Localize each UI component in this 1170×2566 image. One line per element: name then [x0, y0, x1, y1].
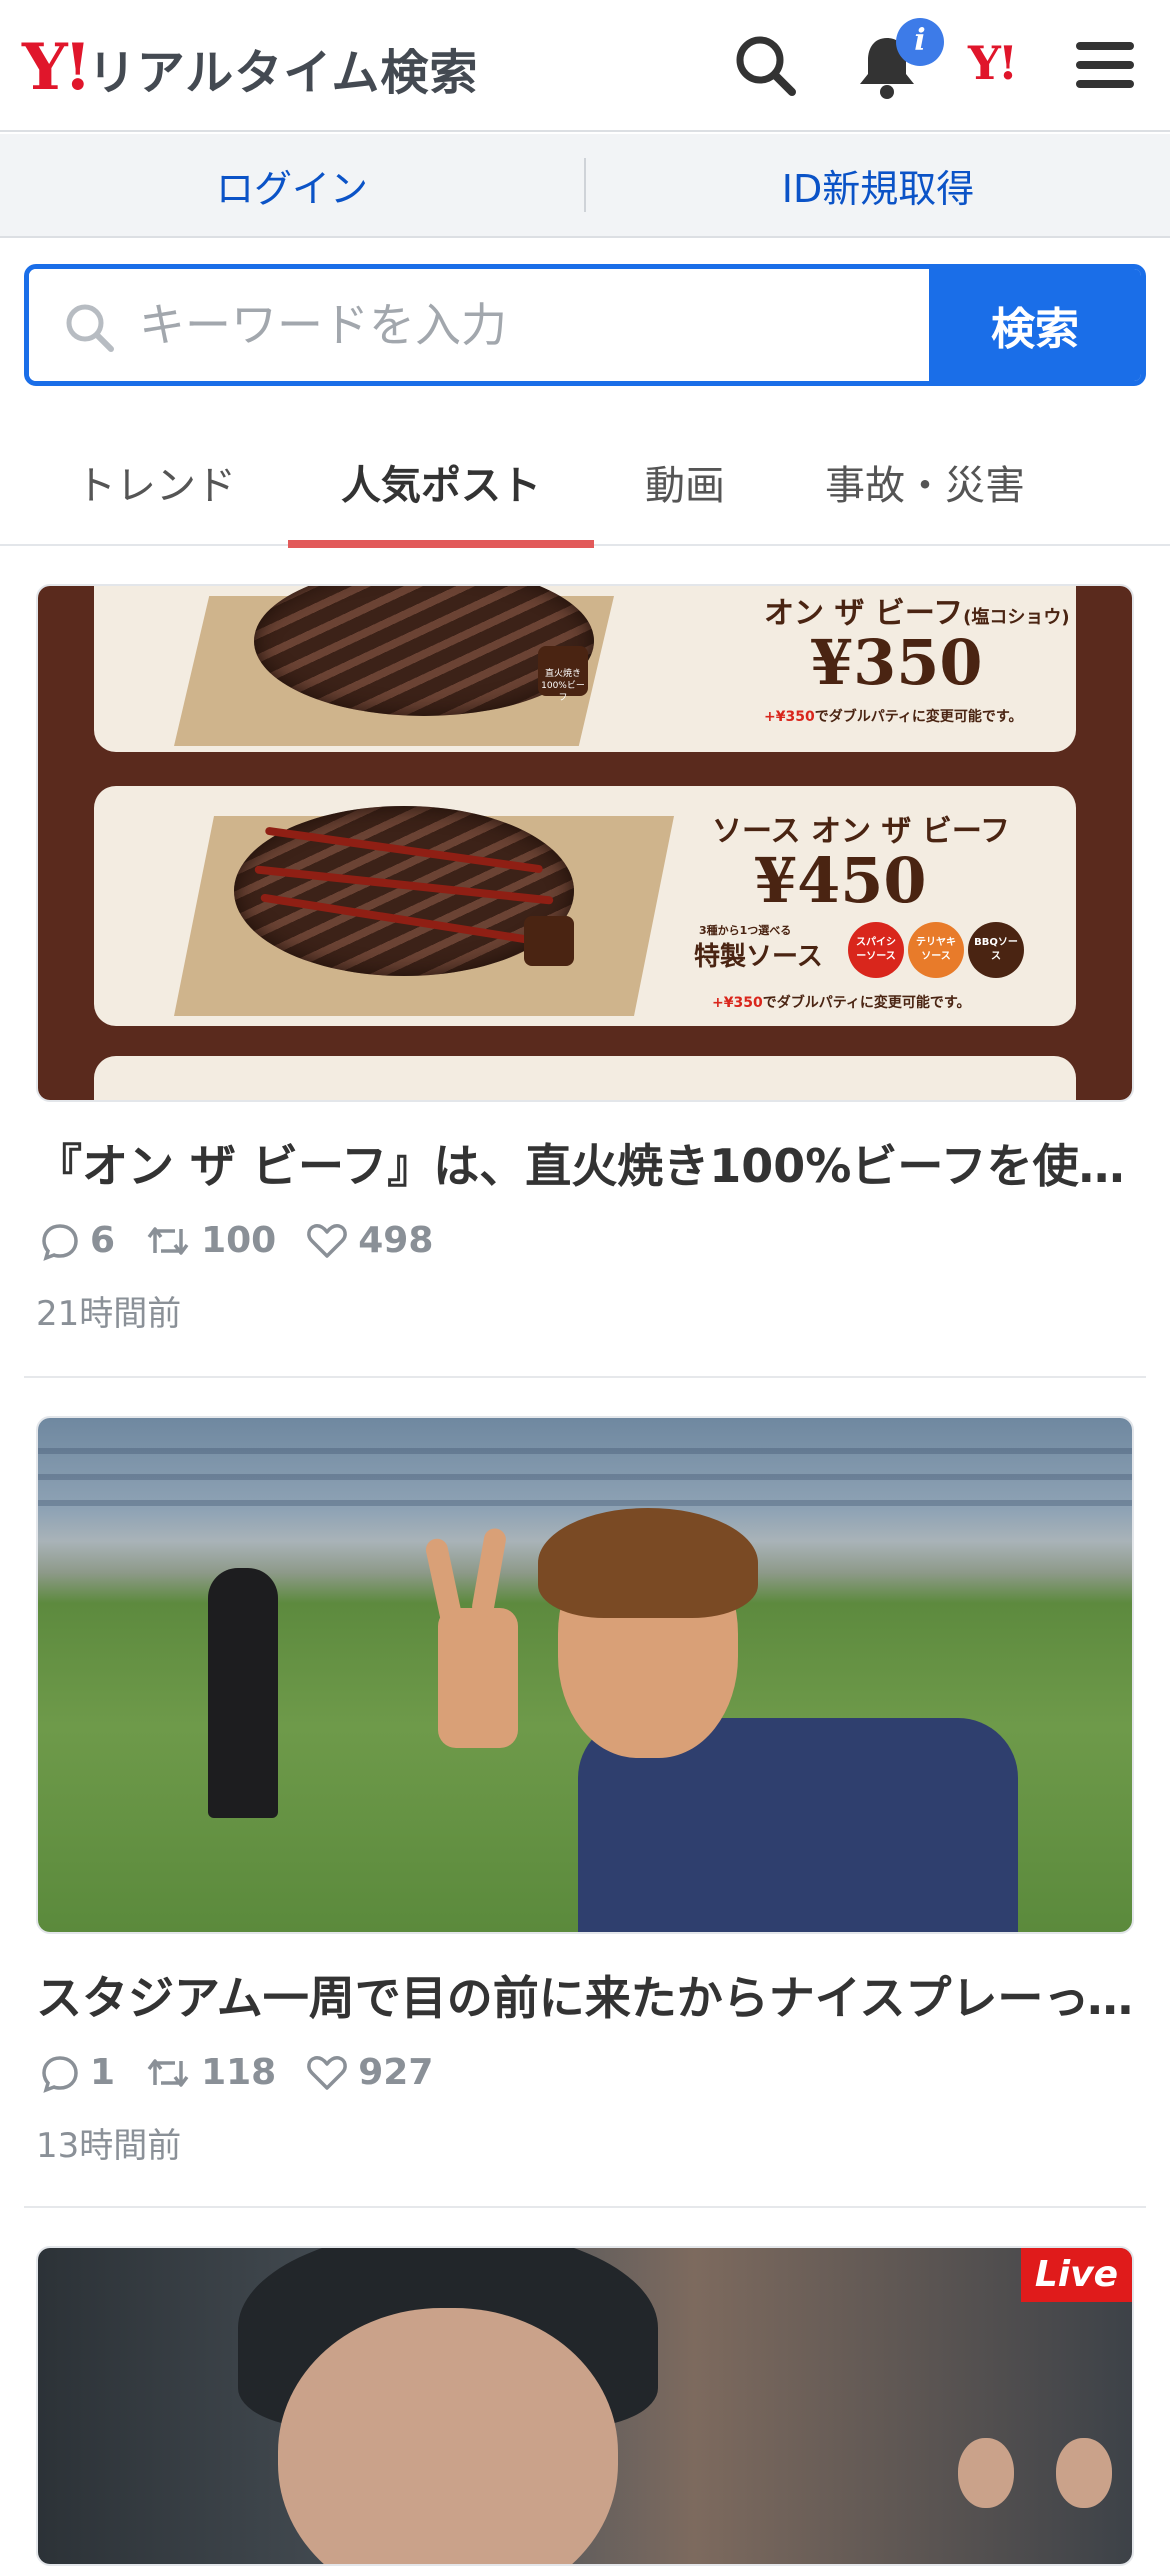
inset-face	[958, 2438, 1014, 2508]
background-person	[208, 1568, 278, 1818]
ad-item-note: (塩コショウ)	[963, 607, 1070, 628]
menu-icon[interactable]	[1070, 30, 1140, 100]
post-image[interactable]: 直火焼き 100%ビーフ オン ザ ビーフ(塩コショウ) ¥350 +¥350で…	[36, 584, 1134, 1102]
signup-link[interactable]: ID新規取得	[586, 158, 1170, 213]
brand-name: リアルタイム検索	[87, 45, 479, 101]
active-tab-indicator	[288, 540, 594, 548]
tab-label: 動画	[645, 463, 725, 509]
like-count: 498	[358, 1220, 434, 1261]
repost-icon	[147, 1226, 189, 1255]
repost-icon	[147, 2058, 189, 2087]
ad-panel	[94, 1056, 1076, 1100]
post-stats: 6 100 498	[40, 1220, 433, 1261]
like-stat[interactable]: 927	[306, 2052, 433, 2093]
stand-row	[38, 1474, 1132, 1480]
post-divider	[24, 2206, 1146, 2208]
reply-icon	[42, 2055, 78, 2093]
repost-stat[interactable]: 100	[145, 1220, 276, 1261]
post-stats: 1 118 927	[40, 2052, 433, 2093]
search-field-icon	[66, 304, 114, 352]
ad-extra-price: +¥350	[712, 995, 763, 1011]
repost-count: 100	[201, 1220, 277, 1261]
tab-video[interactable]: 動画	[610, 418, 760, 546]
ad-extra-note: でダブルパティに変更可能です。	[814, 709, 1023, 725]
search-input[interactable]	[139, 269, 939, 381]
post-divider	[24, 1376, 1146, 1378]
tab-label: 事故・災害	[825, 463, 1025, 509]
tab-accidents-disasters[interactable]: 事故・災害	[790, 418, 1060, 546]
post-image[interactable]	[36, 1416, 1134, 1934]
account-bar: ログイン ID新規取得	[0, 134, 1170, 238]
tab-popular-posts[interactable]: 人気ポスト	[288, 418, 594, 548]
repost-count: 118	[201, 2052, 277, 2093]
direct-fire-badge: 直火焼き 100%ビーフ	[538, 646, 588, 703]
yahoo-home-icon[interactable]: Y!	[968, 36, 1018, 90]
reply-stat[interactable]: 6	[40, 1220, 115, 1261]
post-title[interactable]: スタジアム一周で目の前に来たからナイスプレーって…	[36, 1962, 1134, 2028]
search-field	[29, 269, 939, 381]
person-face	[278, 2308, 618, 2564]
post-card[interactable]: スタジアム一周で目の前に来たからナイスプレーって… 1 118 927 13時間…	[0, 1416, 1170, 2212]
post-image[interactable]: Live	[36, 2246, 1134, 2566]
category-tabs: トレンド 人気ポスト 動画 事故・災害	[0, 418, 1170, 548]
peace-sign-hand	[438, 1608, 518, 1748]
stand-row	[38, 1500, 1132, 1506]
ad-price: ¥450	[754, 844, 927, 917]
ad-panel: ソース オン ザ ビーフ ¥450 3種から1つ選べる 特製ソース スパイシーソ…	[94, 786, 1076, 1026]
search-box: 検索	[24, 264, 1146, 386]
ad-extra-price: +¥350	[764, 709, 815, 725]
reply-icon	[42, 1223, 78, 1261]
man-hair	[538, 1508, 758, 1618]
heart-icon	[307, 1223, 348, 1258]
post-time: 21時間前	[36, 1294, 182, 1334]
sauce-option: スパイシーソース	[848, 922, 904, 978]
notification-badge: i	[896, 18, 944, 66]
tab-trend[interactable]: トレンド	[40, 418, 272, 546]
ad-panel: 直火焼き 100%ビーフ オン ザ ビーフ(塩コショウ) ¥350 +¥350で…	[94, 586, 1076, 752]
search-icon[interactable]	[730, 30, 800, 100]
post-time: 13時間前	[36, 2126, 182, 2166]
repost-stat[interactable]: 118	[145, 2052, 276, 2093]
app-header: Y! リアルタイム検索 i Y!	[0, 0, 1170, 132]
sauce-label: 特製ソース	[694, 942, 823, 972]
stand-row	[38, 1448, 1132, 1454]
reply-count: 6	[90, 1220, 116, 1261]
sauce-option: テリヤキソース	[908, 922, 964, 978]
inset-face	[1056, 2438, 1112, 2508]
reply-count: 1	[90, 2052, 116, 2093]
ad-price: ¥350	[810, 626, 983, 699]
tab-label: 人気ポスト	[341, 463, 541, 509]
yahoo-realtime-logo[interactable]: Y! リアルタイム検索	[22, 28, 478, 108]
search-button[interactable]: 検索	[929, 269, 1141, 381]
direct-fire-badge	[524, 916, 574, 966]
login-link[interactable]: ログイン	[0, 158, 584, 213]
yahoo-logo-mark: Y!	[22, 30, 92, 105]
heart-icon	[307, 2055, 348, 2090]
tab-label: トレンド	[76, 463, 236, 509]
like-stat[interactable]: 498	[306, 1220, 433, 1261]
like-count: 927	[358, 2052, 434, 2093]
ad-extra-note: でダブルパティに変更可能です。	[762, 995, 971, 1011]
live-tag: Live	[1020, 2248, 1132, 2302]
sauce-option: BBQソース	[968, 922, 1024, 978]
post-title[interactable]: 『オン ザ ビーフ』は、直火焼き100%ビーフを使用した…	[36, 1130, 1134, 1196]
post-card[interactable]: Live	[0, 2246, 1170, 2566]
post-card[interactable]: 直火焼き 100%ビーフ オン ザ ビーフ(塩コショウ) ¥350 +¥350で…	[0, 584, 1170, 1380]
reply-stat[interactable]: 1	[40, 2052, 115, 2093]
